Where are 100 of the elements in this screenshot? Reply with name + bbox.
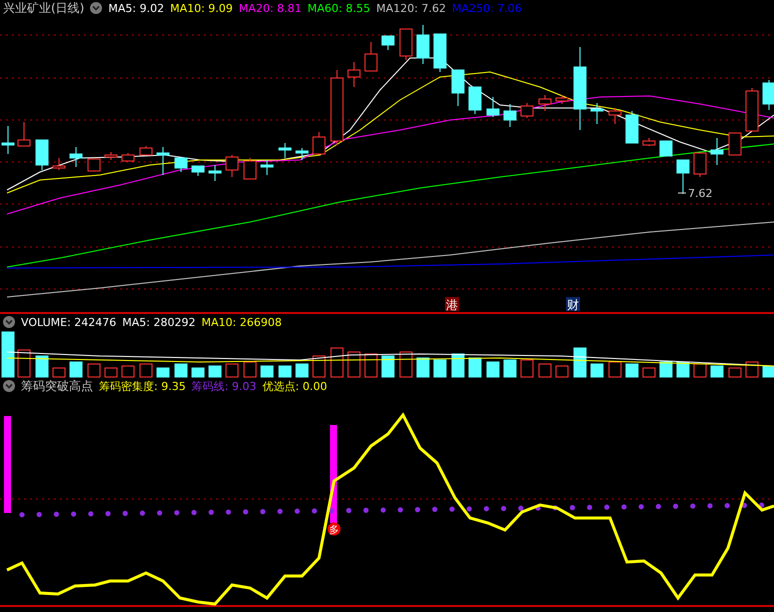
volume-bar (486, 362, 500, 378)
volume-bar (746, 362, 758, 378)
candlestick (156, 146, 170, 176)
volume-bar (296, 364, 308, 378)
chip-line-dot (604, 504, 610, 510)
indicator-value: MA5: 280292 (122, 316, 196, 328)
chip-line-dot (191, 510, 197, 516)
chip-line-dot (570, 505, 575, 510)
chip-line-dot (656, 504, 661, 510)
volume-bar (244, 362, 256, 378)
candlestick (70, 146, 82, 168)
volume-bar (728, 368, 742, 378)
chip-line-dot (88, 511, 94, 516)
chip-line-dot (122, 510, 128, 516)
dropdown-icon[interactable] (3, 380, 15, 392)
leader-line (678, 192, 686, 194)
chip-line-dot (260, 509, 266, 514)
chip-line-dot (140, 510, 145, 516)
volume-bar (174, 364, 188, 378)
candlestick (416, 24, 430, 64)
candlestick (382, 36, 394, 50)
indicator-value: MA120: 7.62 (376, 2, 446, 14)
volume-bar (52, 368, 66, 378)
chip-line-dot (415, 507, 420, 512)
indicator-value: MA20: 8.81 (238, 2, 302, 14)
chip-line-dot (294, 508, 300, 514)
volume-bar (156, 368, 170, 378)
indicator-value: 筹码密集度: 9.35 (99, 378, 186, 394)
candlestick (36, 140, 48, 170)
event-tag[interactable]: 财 (566, 297, 580, 312)
event-tag[interactable]: 港 (445, 297, 459, 312)
chip-line-dot (466, 506, 472, 512)
candlestick (468, 86, 482, 114)
candlestick (312, 132, 326, 154)
candlestick (452, 70, 464, 106)
chip-line-dot (380, 507, 386, 513)
volume-bar (762, 366, 774, 378)
candlestick (174, 158, 188, 172)
chip-line-dot (638, 504, 644, 510)
candlestick (590, 102, 604, 124)
volume-bar (278, 366, 292, 378)
candlestick (520, 102, 534, 118)
chip-line-dot (19, 512, 25, 518)
chip-line-dot (587, 504, 592, 510)
chip-line-dot (707, 503, 713, 508)
chip-line-dot (398, 507, 403, 512)
volume-bar (348, 352, 360, 378)
chip-line-dot (157, 510, 162, 516)
chip-line-dot (432, 506, 438, 512)
candlestick (226, 154, 238, 178)
indicator-value: 优选点: 0.00 (262, 378, 328, 394)
volume-bar (660, 362, 672, 378)
chip-line-dot (71, 511, 76, 517)
candlestick (642, 138, 656, 146)
volume-bar (626, 364, 638, 378)
dropdown-icon[interactable] (90, 2, 102, 14)
candlestick (192, 166, 204, 176)
candlestick (608, 108, 622, 124)
volume-bar (590, 364, 604, 378)
volume-bar (574, 348, 586, 378)
chip-line-dot (226, 509, 231, 515)
candlestick (52, 158, 66, 170)
chip-line-dot (690, 503, 696, 509)
volume-bar (382, 356, 394, 378)
volume-bar (226, 364, 238, 378)
candlestick (244, 158, 256, 180)
indicator-value: MA10: 9.09 (170, 2, 233, 14)
chip-line-dot (535, 505, 541, 511)
chip-line-dot (742, 502, 747, 508)
signal-badge: 多 (328, 522, 340, 536)
candlestick (626, 110, 638, 144)
stock-title: 兴业矿业(日线) (3, 0, 84, 16)
volume-bar (608, 362, 622, 378)
chip-line-dot (363, 508, 369, 513)
volume-bar (122, 366, 134, 378)
volume-bar (140, 364, 152, 378)
candlestick (278, 142, 292, 158)
indicator-title: 筹码突破高点 (21, 378, 93, 394)
dropdown-icon[interactable] (3, 316, 15, 328)
volume-bar (504, 360, 516, 378)
candlestick (2, 126, 14, 154)
chip-line-dot (208, 510, 214, 515)
volume-bar (88, 364, 100, 378)
chip-line-dot (673, 504, 678, 509)
indicator-value: 筹码线: 9.03 (192, 378, 256, 394)
volume-bar (192, 368, 204, 378)
chip-line-dot (449, 506, 455, 512)
chip-line-dot (724, 503, 730, 508)
indicator-value: MA250: 7.06 (452, 2, 522, 14)
candlestick (140, 146, 152, 156)
chip-line-dot (759, 502, 764, 508)
candlestick (660, 140, 672, 156)
volume-bar (312, 356, 326, 378)
volume-bar (452, 354, 464, 378)
volume-bar (468, 358, 482, 378)
volume-bar (434, 360, 446, 378)
chip-line-dot (105, 511, 111, 516)
volume-bar (556, 366, 568, 378)
candlestick (122, 152, 134, 162)
candlestick (486, 96, 500, 118)
